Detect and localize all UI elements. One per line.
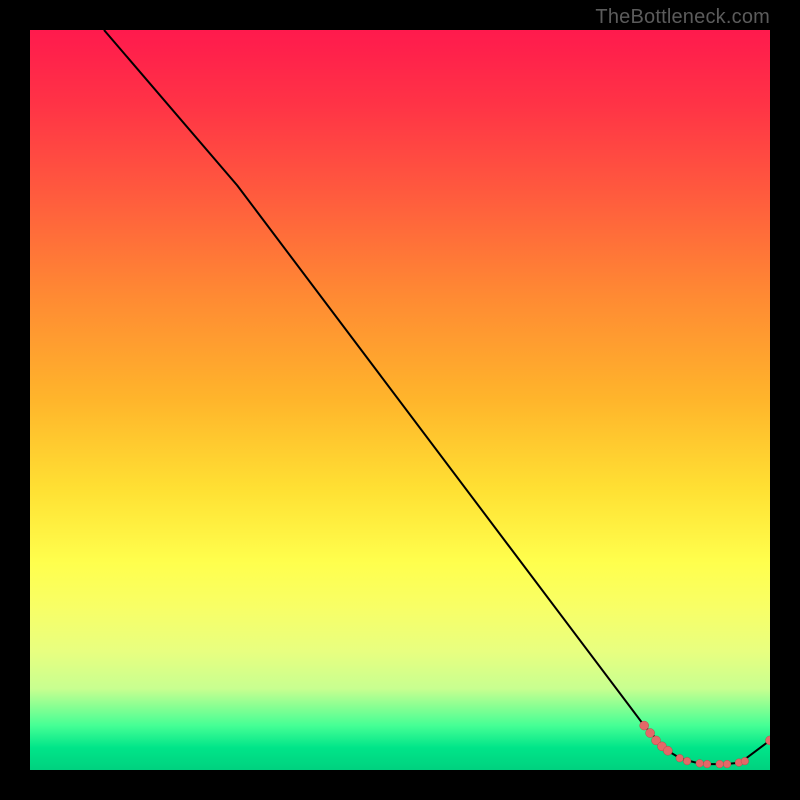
data-point [646,729,655,738]
data-point [663,746,672,755]
data-point [723,760,731,768]
plot-area [30,30,770,770]
data-point [703,760,711,768]
data-point [741,757,749,765]
watermark-text: TheBottleneck.com [595,6,770,29]
data-point [683,757,691,765]
chart-overlay [30,30,770,770]
data-point [696,760,704,768]
data-point [640,721,649,730]
data-point [716,760,724,768]
chart-container: TheBottleneck.com [0,0,800,800]
data-point [676,754,684,762]
bottleneck-line [104,30,770,764]
